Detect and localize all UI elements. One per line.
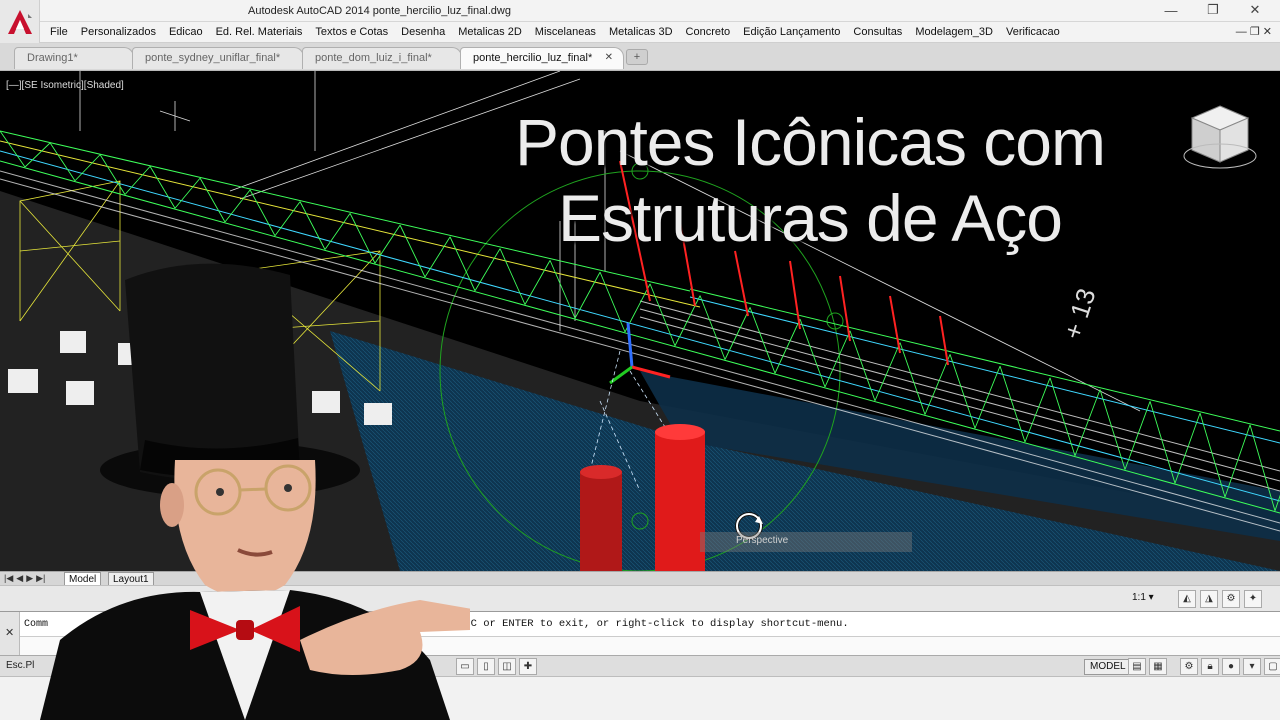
truss-diagonal xyxy=(499,248,526,305)
application-menu-button[interactable] xyxy=(0,0,40,44)
overlay-title-line1: Pontes Icônicas com xyxy=(515,105,1106,179)
tab-label: ponte_dom_luiz_i_final* xyxy=(315,52,432,64)
annotation-scale-dropdown[interactable]: 1:1 ▾ xyxy=(1132,592,1154,603)
hardware-acceleration-icon[interactable]: ● xyxy=(1222,658,1240,675)
menu-item-miscelaneas[interactable]: Miscelaneas xyxy=(535,26,596,38)
maximize-button[interactable]: ❐ xyxy=(1200,1,1226,19)
menu-item-file[interactable]: File xyxy=(50,26,68,38)
menu-item-modelagem-3d[interactable]: Modelagem_3D xyxy=(915,26,993,38)
tab-label: ponte_hercilio_luz_final* xyxy=(473,52,593,64)
dimension-annotations: + 13 xyxy=(1057,285,1101,343)
tab-drawing1[interactable]: Drawing1* xyxy=(14,47,134,69)
truss-diagonal xyxy=(974,366,1001,429)
truss-diagonal xyxy=(99,154,126,195)
window-title: Autodesk AutoCAD 2014 ponte_hercilio_luz… xyxy=(248,5,511,17)
menu-bar: File Personalizados Edicao Ed. Rel. Materia… xyxy=(40,22,1280,43)
tab-label: ponte_sydney_uniflar_final* xyxy=(145,52,281,64)
truss-diagonal xyxy=(49,142,76,181)
tab-ponte-sydney[interactable]: ponte_sydney_uniflar_final* xyxy=(132,47,304,69)
perspective-tooltip: Perspective xyxy=(700,532,912,552)
truss-diagonal xyxy=(649,283,676,346)
truss-diagonal xyxy=(899,342,926,415)
autocad-logo-icon xyxy=(7,10,32,34)
truss-diagonal xyxy=(999,365,1026,443)
auto-scale-icon[interactable]: ◮ xyxy=(1200,590,1218,608)
truss-diagonal xyxy=(924,354,951,415)
svg-text:+ 13: + 13 xyxy=(1057,285,1101,343)
model-space-toggle[interactable]: MODEL xyxy=(1084,659,1132,675)
video-overlay-title: Pontes Icônicas com Estruturas de Aço xyxy=(380,104,1240,256)
quick-view-layouts-icon[interactable]: ▤ xyxy=(1128,658,1146,675)
truss-diagonal xyxy=(549,260,576,319)
menu-item-textos-e-cotas[interactable]: Textos e Cotas xyxy=(315,26,388,38)
command-prompt-text: ESC or ENTER to exit, or right-click to … xyxy=(458,618,849,630)
truss-diagonal xyxy=(1074,389,1101,456)
workspace-switch-icon[interactable]: ⚙ xyxy=(1222,590,1240,608)
annotation-icons: ◭ ◮ ⚙ ✦ xyxy=(1178,590,1262,608)
truss-diagonal xyxy=(1024,377,1051,443)
annotation-visibility-icon[interactable]: ◭ xyxy=(1178,590,1196,608)
menu-items: File Personalizados Edicao Ed. Rel. Materia… xyxy=(50,26,1060,38)
truss-diagonal xyxy=(674,295,701,346)
close-button[interactable]: ✕ xyxy=(1242,1,1268,19)
status-icons: ▤ ▦ ⚙ 🔒︎ ● ▾ ▢ xyxy=(1128,658,1280,675)
truss-diagonal xyxy=(874,342,901,401)
menu-item-edi-o-lan-amento[interactable]: Edição Lançamento xyxy=(743,26,840,38)
menu-item-personalizados[interactable]: Personalizados xyxy=(81,26,156,38)
menu-item-metalicas-3d[interactable]: Metalicas 3D xyxy=(609,26,673,38)
tab-label: Drawing1* xyxy=(27,52,78,64)
menu-item-concreto[interactable]: Concreto xyxy=(686,26,731,38)
menu-item-ed-rel-materiais[interactable]: Ed. Rel. Materiais xyxy=(216,26,303,38)
truss-diagonal xyxy=(174,177,201,209)
truss-diagonal xyxy=(199,177,226,223)
truss-diagonal xyxy=(124,166,151,195)
lightbulb-icon[interactable]: ✦ xyxy=(1244,590,1262,608)
overlay-title-line2: Estruturas de Aço xyxy=(558,181,1063,255)
minimize-button[interactable]: — xyxy=(1158,1,1184,19)
transparency-icon[interactable]: ◫ xyxy=(498,658,516,675)
truss-diagonal xyxy=(249,189,276,236)
menu-item-consultas[interactable]: Consultas xyxy=(853,26,902,38)
title-bar: Autodesk AutoCAD 2014 ponte_hercilio_luz… xyxy=(0,0,1280,22)
truss-diagonal xyxy=(149,166,176,209)
truss-diagonal xyxy=(599,271,626,333)
truss-diagonal xyxy=(849,330,876,401)
selection-cycling-icon[interactable]: ✚ xyxy=(519,658,537,675)
presenter-illustration xyxy=(40,263,470,720)
status-menu-icon[interactable]: ▾ xyxy=(1243,658,1261,675)
menu-item-desenha[interactable]: Desenha xyxy=(401,26,445,38)
lock-toolbar-icon[interactable]: 🔒︎ xyxy=(1201,658,1219,675)
close-tab-icon[interactable]: ✕ xyxy=(605,52,613,63)
tab-ponte-hercilio-luz[interactable]: ponte_hercilio_luz_final* ✕ xyxy=(460,47,624,69)
viewport-label[interactable]: [—][SE Isometric][Shaded] xyxy=(6,80,124,91)
quick-view-drawings-icon[interactable]: ▦ xyxy=(1149,658,1167,675)
workspace-settings-icon[interactable]: ⚙ xyxy=(1180,658,1198,675)
tab-ponte-dom-luiz[interactable]: ponte_dom_luiz_i_final* xyxy=(302,47,462,69)
menu-item-metalicas-2d[interactable]: Metalicas 2D xyxy=(458,26,522,38)
truss-diagonal xyxy=(724,307,751,360)
truss-diagonal xyxy=(949,354,976,429)
document-window-controls[interactable]: — ❐ ✕ xyxy=(1236,25,1272,38)
new-tab-button[interactable]: + xyxy=(626,49,648,65)
menu-item-verificacao[interactable]: Verificacao xyxy=(1006,26,1060,38)
menu-item-edicao[interactable]: Edicao xyxy=(169,26,203,38)
lineweight-icon[interactable]: ▯ xyxy=(477,658,495,675)
clean-screen-icon[interactable]: ▢ xyxy=(1264,658,1280,675)
